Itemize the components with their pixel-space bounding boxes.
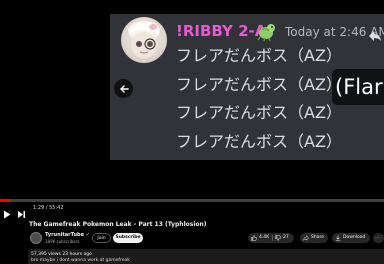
play-icon[interactable] [3, 204, 11, 219]
time-display: 1:29 / 55:42 [33, 205, 64, 211]
thumbs-up-icon[interactable] [251, 235, 257, 241]
download-label: Download [343, 235, 366, 240]
subscribe-button[interactable]: Subscribe [113, 233, 143, 243]
channel-avatar[interactable] [30, 232, 42, 244]
dislike-count: 27 [283, 235, 289, 240]
download-button[interactable]: Download [332, 233, 370, 243]
avatar-image [128, 21, 160, 58]
reply-arrow-icon[interactable] [368, 27, 382, 41]
chat-message: フレアだんボス（AZ） [176, 103, 342, 122]
like-dislike-group: 4.4K 27 [248, 233, 294, 243]
user-avatar[interactable] [121, 17, 167, 63]
more-actions-button[interactable]: ... [373, 233, 384, 243]
download-icon [335, 235, 341, 241]
arrow-left-icon [119, 84, 129, 93]
chat-message: フレアだんボス（AZ） [176, 46, 342, 65]
next-icon[interactable] [17, 204, 26, 218]
previous-button[interactable] [114, 79, 133, 98]
channel-name[interactable]: TyrunitarTube ✓ [45, 232, 90, 238]
role-badge-icon [256, 20, 278, 42]
like-count: 4.4K [259, 235, 270, 240]
share-label: Share [311, 235, 324, 240]
video-title: The Gamefreak Pokemon Leak - Part 13 (Ty… [29, 221, 207, 228]
chat-message: フレアだんボス（AZ） [176, 132, 342, 151]
tooltip-text: (Flar [335, 75, 383, 99]
share-button[interactable]: Share [300, 233, 328, 243]
description-text: bro maybe i dont wanna work at gamefreak [31, 258, 130, 263]
more-label: ... [375, 235, 380, 240]
like-divider [272, 235, 273, 241]
thumbs-down-icon[interactable] [275, 235, 281, 241]
join-button[interactable]: Join [92, 233, 111, 243]
share-icon [303, 235, 309, 241]
chat-message: フレアだんボス（AZ） [176, 75, 342, 94]
translation-tooltip: (Flar [332, 69, 384, 105]
subscriber-count: 189K subscribers [45, 239, 80, 244]
